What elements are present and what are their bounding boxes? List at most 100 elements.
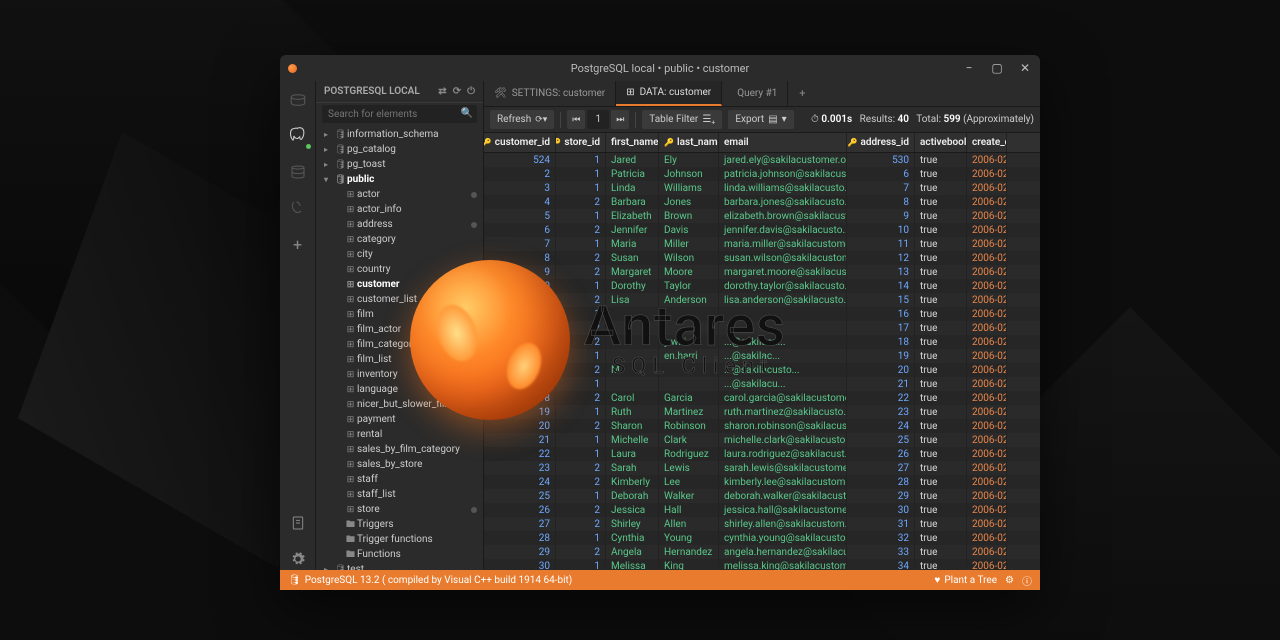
- page-next[interactable]: ⏭: [611, 110, 629, 129]
- table-row[interactable]: 142y.whi...@sakilacu...18true2006-02: [484, 335, 1040, 349]
- col-last_name[interactable]: 🔑last_name: [659, 133, 719, 152]
- tab-bar: 🛠SETTINGS: customer⊞DATA: customerQuery …: [484, 81, 1040, 107]
- table-inventory[interactable]: ⊞inventory: [316, 367, 483, 382]
- connection-name: POSTGRESQL LOCAL: [324, 86, 420, 97]
- table-city[interactable]: ⊞city: [316, 247, 483, 262]
- schema-tree: ▸🛢information_schema▸🛢pg_catalog▸🛢pg_toa…: [316, 125, 483, 570]
- table-row[interactable]: 62JenniferDavisjennifer.davis@sakilacust…: [484, 223, 1040, 237]
- table-row[interactable]: 232SarahLewissarah.lewis@sakilacustomer.…: [484, 461, 1040, 475]
- col-create_d[interactable]: create_d: [967, 133, 1007, 152]
- col-email[interactable]: email: [719, 133, 847, 152]
- rail-add-connection[interactable]: +: [287, 233, 309, 255]
- table-country[interactable]: ⊞country: [316, 262, 483, 277]
- table-row[interactable]: 101DorothyTaylordorothy.taylor@sakilacus…: [484, 279, 1040, 293]
- table-row[interactable]: 272ShirleyAllenshirley.allen@sakilacusto…: [484, 517, 1040, 531]
- tab-query-1[interactable]: Query #1: [722, 81, 788, 106]
- table-film_list[interactable]: ⊞film_list: [316, 352, 483, 367]
- app-window: PostgreSQL local • public • customer − ▢…: [280, 55, 1040, 590]
- status-info-icon[interactable]: ⓘ: [1022, 573, 1032, 588]
- connection-rail: +: [280, 81, 316, 570]
- table-row[interactable]: 242KimberlyLeekimberly.lee@sakilacustom.…: [484, 475, 1040, 489]
- table-staff[interactable]: ⊞staff: [316, 472, 483, 487]
- page-first[interactable]: ⏮: [567, 110, 585, 129]
- sidebar-collapse-icon[interactable]: ⇄: [438, 86, 446, 97]
- table-row[interactable]: 221LauraRodriguezlaura.rodriguez@sakilac…: [484, 447, 1040, 461]
- table-row[interactable]: 211MichelleClarkmichelle.clark@sakilacus…: [484, 433, 1040, 447]
- folder-Functions[interactable]: 🖿Functions: [316, 547, 483, 562]
- rail-connection-1[interactable]: [287, 89, 309, 111]
- table-actor[interactable]: ⊞actor: [316, 187, 483, 202]
- table-row[interactable]: 13217true2006-02: [484, 321, 1040, 335]
- folder-Trigger functions[interactable]: 🖿Trigger functions: [316, 532, 483, 547]
- table-row[interactable]: 292AngelaHernandezangela.hernandez@sakil…: [484, 545, 1040, 559]
- table-sales_by_store[interactable]: ⊞sales_by_store: [316, 457, 483, 472]
- page-number[interactable]: 1: [587, 110, 609, 129]
- table-row[interactable]: 301MelissaKingmelissa.king@sakilacustom.…: [484, 559, 1040, 570]
- table-filter-button[interactable]: Table Filter ☰₊: [642, 110, 722, 129]
- table-row[interactable]: 12116true2006-02: [484, 307, 1040, 321]
- col-activebool[interactable]: activebool: [915, 133, 967, 152]
- table-row[interactable]: 182CarolGarciacarol.garcia@sakilacustome…: [484, 391, 1040, 405]
- tab-settings-customer[interactable]: 🛠SETTINGS: customer: [484, 81, 616, 106]
- col-store_id[interactable]: 🔑store_id: [556, 133, 606, 152]
- tab-add[interactable]: +: [788, 81, 816, 106]
- table-category[interactable]: ⊞category: [316, 232, 483, 247]
- table-payment[interactable]: ⊞payment: [316, 412, 483, 427]
- col-customer_id[interactable]: 🔑customer_id: [484, 133, 556, 152]
- table-row[interactable]: 71MariaMillermaria.miller@sakilacustome.…: [484, 237, 1040, 251]
- schema-information_schema[interactable]: ▸🛢information_schema: [316, 127, 483, 142]
- table-row[interactable]: 191RuthMartinezruth.martinez@sakilacusto…: [484, 405, 1040, 419]
- search-input[interactable]: [322, 105, 477, 123]
- table-film_category[interactable]: ⊞film_category: [316, 337, 483, 352]
- table-row[interactable]: 31LindaWilliamslinda.williams@sakilacust…: [484, 181, 1040, 195]
- table-customer[interactable]: ⊞customer: [316, 277, 483, 292]
- table-language[interactable]: ⊞language: [316, 382, 483, 397]
- table-sales_by_film_category[interactable]: ⊞sales_by_film_category: [316, 442, 483, 457]
- table-row[interactable]: 171...@sakilacu...21true2006-02: [484, 377, 1040, 391]
- close-button[interactable]: ✕: [1018, 61, 1032, 75]
- status-settings-icon[interactable]: ⚙: [1005, 575, 1014, 586]
- table-film_actor[interactable]: ⊞film_actor: [316, 322, 483, 337]
- rail-settings-icon[interactable]: [287, 548, 309, 570]
- maximize-button[interactable]: ▢: [990, 61, 1004, 75]
- schema-pg_toast[interactable]: ▸🛢pg_toast: [316, 157, 483, 172]
- table-row[interactable]: 202SharonRobinsonsharon.robinson@sakilac…: [484, 419, 1040, 433]
- table-row[interactable]: 5241JaredElyjared.ely@sakilacustomer.org…: [484, 153, 1040, 167]
- sidebar-refresh-icon[interactable]: ⟳: [453, 86, 461, 97]
- table-row[interactable]: 251DeborahWalkerdeborah.walker@sakilacus…: [484, 489, 1040, 503]
- table-row[interactable]: 151en.harri...@sakilac...19true2006-02: [484, 349, 1040, 363]
- table-address[interactable]: ⊞address: [316, 217, 483, 232]
- table-row[interactable]: 51ElizabethBrownelizabeth.brown@sakilacu…: [484, 209, 1040, 223]
- table-row[interactable]: 82SusanWilsonsusan.wilson@sakilacustom..…: [484, 251, 1040, 265]
- sidebar-disconnect-icon[interactable]: ⏻: [467, 86, 475, 97]
- schema-public[interactable]: ▾🛢public: [316, 172, 483, 187]
- table-row[interactable]: 281CynthiaYoungcynthia.young@sakilacusto…: [484, 531, 1040, 545]
- table-store[interactable]: ⊞store: [316, 502, 483, 517]
- table-rental[interactable]: ⊞rental: [316, 427, 483, 442]
- table-customer_list[interactable]: ⊞customer_list: [316, 292, 483, 307]
- schema-pg_catalog[interactable]: ▸🛢pg_catalog: [316, 142, 483, 157]
- table-actor_info[interactable]: ⊞actor_info: [316, 202, 483, 217]
- minimize-button[interactable]: −: [962, 61, 976, 75]
- rail-connection-3[interactable]: [287, 161, 309, 183]
- table-row[interactable]: 262JessicaHalljessica.hall@sakilacustome…: [484, 503, 1040, 517]
- folder-Triggers[interactable]: 🖿Triggers: [316, 517, 483, 532]
- table-film[interactable]: ⊞film: [316, 307, 483, 322]
- col-address_id[interactable]: 🔑address_id: [847, 133, 915, 152]
- table-nicer_but_slower_film_...[interactable]: ⊞nicer_but_slower_film_...: [316, 397, 483, 412]
- table-row[interactable]: 162M...@sakilacusto...20true2006-02: [484, 363, 1040, 377]
- table-staff_list[interactable]: ⊞staff_list: [316, 487, 483, 502]
- rail-scratchpad-icon[interactable]: [287, 512, 309, 534]
- refresh-button[interactable]: Refresh ⟳▾: [490, 110, 554, 129]
- plant-tree-link[interactable]: ♥ Plant a Tree: [934, 575, 997, 586]
- table-row[interactable]: 42BarbaraJonesbarbara.jones@sakilacusto.…: [484, 195, 1040, 209]
- table-row[interactable]: 92MargaretMooremargaret.moore@sakilacust…: [484, 265, 1040, 279]
- rail-connection-4[interactable]: [287, 197, 309, 219]
- schema-test[interactable]: ▸🛢test: [316, 562, 483, 570]
- col-first_name[interactable]: first_name: [606, 133, 659, 152]
- table-row[interactable]: 112LisaAndersonlisa.anderson@sakilacusto…: [484, 293, 1040, 307]
- tab-data-customer[interactable]: ⊞DATA: customer: [616, 81, 722, 106]
- table-row[interactable]: 21PatriciaJohnsonpatricia.johnson@sakila…: [484, 167, 1040, 181]
- rail-connection-postgres[interactable]: [287, 125, 309, 147]
- export-button[interactable]: Export ▤▾: [728, 110, 793, 129]
